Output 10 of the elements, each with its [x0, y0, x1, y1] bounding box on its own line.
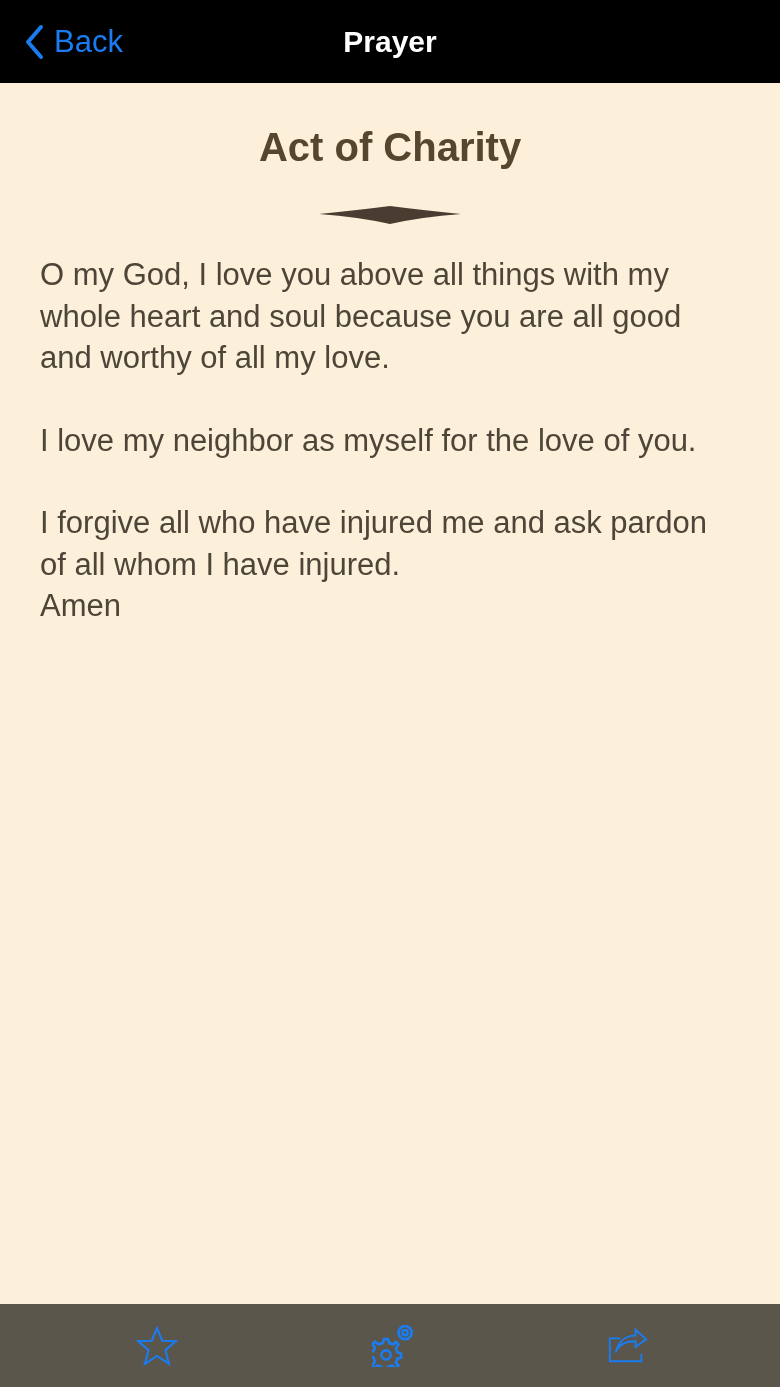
- prayer-paragraph: I forgive all who have injured me and ask pardon of all whom I have injured. Amen: [40, 504, 708, 625]
- gears-icon: [371, 1324, 414, 1367]
- prayer-title: Act of Charity: [257, 125, 523, 170]
- prayer-paragraph: O my God, I love you above all things with my whole heart and soul because you are all good and worthy of all my love.: [40, 256, 683, 377]
- settings-button[interactable]: [370, 1323, 415, 1368]
- prayer-paragraph: I love my neighbor as myself for the love of you.: [40, 421, 698, 460]
- star-icon: [136, 1324, 178, 1367]
- back-button[interactable]: Back: [22, 22, 125, 62]
- screen-title: Prayer: [343, 24, 437, 59]
- chevron-left-icon: [24, 24, 44, 60]
